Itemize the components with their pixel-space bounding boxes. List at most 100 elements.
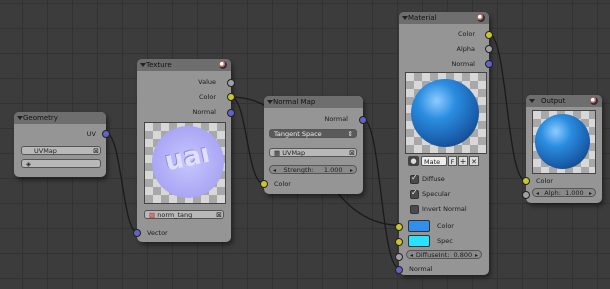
geometry-node-header[interactable]: Geometry	[14, 112, 106, 124]
vector-input-socket[interactable]	[133, 229, 141, 237]
output-preview	[532, 110, 596, 174]
texture-node-header[interactable]: Texture	[137, 59, 231, 71]
space-value: Tangent Space	[274, 130, 322, 138]
preview-toggle-icon[interactable]	[590, 97, 598, 105]
alpha-value: 1.000	[565, 189, 584, 197]
preview-toggle-icon[interactable]	[477, 14, 485, 22]
diffint-input-socket[interactable]	[395, 253, 403, 261]
alpha-output-label: Alpha	[456, 45, 475, 53]
uv-output-label: UV	[86, 130, 96, 138]
geometry-node-title: Geometry	[23, 114, 58, 122]
color-swatch[interactable]	[408, 220, 430, 232]
material-node[interactable]: Material Color Alpha Normal ● Mate F + ✕…	[395, 12, 493, 275]
collapse-icon[interactable]	[17, 116, 23, 120]
normal-map-node-header[interactable]: Normal Map	[264, 96, 363, 108]
diffuse-checkbox[interactable]	[410, 173, 419, 184]
material-preview-sphere	[411, 79, 479, 147]
material-node-header[interactable]: Material	[399, 12, 489, 24]
invert-normal-label: Invert Normal	[422, 205, 467, 213]
increment-arrow-icon[interactable]: ▸	[350, 166, 353, 175]
alpha-input-socket[interactable]	[522, 191, 530, 199]
texture-preview: uaı	[144, 122, 226, 204]
space-dropdown[interactable]: Tangent Space ⇕	[269, 129, 357, 138]
color-input-socket[interactable]	[395, 223, 403, 231]
normal-output-label: Normal	[324, 115, 348, 123]
specular-label: Specular	[422, 190, 451, 198]
clear-icon[interactable]: ⊠	[216, 211, 222, 220]
spec-swatch[interactable]	[408, 235, 430, 247]
strength-value: 1.000	[323, 166, 343, 174]
decrement-arrow-icon[interactable]: ◂	[273, 166, 276, 175]
color-input-socket[interactable]	[260, 180, 268, 188]
invert-normal-checkbox[interactable]	[410, 205, 419, 214]
material-name-field[interactable]: Mate	[421, 156, 447, 166]
increment-arrow-icon[interactable]: ▸	[589, 189, 592, 198]
output-node[interactable]: Output Color ◂ Alph: 1.000 ▸	[522, 95, 602, 203]
value-output-socket[interactable]	[227, 79, 235, 87]
alpha-output-socket[interactable]	[485, 45, 493, 53]
color-input-label: Color	[437, 222, 454, 230]
diffint-value: 0.800	[453, 251, 473, 259]
link-texture-color-to-normalmap-color	[230, 96, 264, 184]
add-icon[interactable]: +	[458, 156, 468, 166]
clear-icon[interactable]: ⊠	[349, 149, 355, 158]
normal-input-socket[interactable]	[395, 266, 403, 274]
alpha-field[interactable]: ◂ Alph: 1.000 ▸	[532, 188, 596, 197]
normal-output-socket[interactable]	[485, 60, 493, 68]
diffint-label: DiffuseInt:	[415, 251, 450, 259]
collapse-icon[interactable]	[267, 100, 273, 104]
link-material-color-to-output-color	[488, 33, 526, 181]
vector-input-label: Vector	[147, 229, 168, 237]
dropdown-arrows-icon: ⇕	[347, 130, 353, 138]
uvmap-icon: ▦	[274, 149, 281, 157]
link-normalmap-normal-to-material-normal	[362, 118, 400, 269]
normal-output-socket[interactable]	[227, 109, 235, 117]
texture-node[interactable]: Texture Value Color Normal uaı ▨ norm_ta…	[133, 59, 235, 242]
attribute-field[interactable]: ◈	[21, 159, 101, 168]
image-name: norm_tang	[157, 211, 193, 219]
material-browse-icon[interactable]: ●	[408, 156, 419, 166]
unlink-icon[interactable]: ✕	[469, 156, 479, 166]
decrement-arrow-icon[interactable]: ◂	[410, 251, 413, 260]
uv-output-socket[interactable]	[102, 130, 110, 138]
image-selector[interactable]: ▨ norm_tang ⊠	[144, 210, 224, 219]
normal-map-node[interactable]: Normal Map Normal Tangent Space ⇕ ▦ UVMa…	[260, 96, 367, 194]
collapse-icon[interactable]	[402, 16, 408, 20]
output-preview-sphere	[535, 114, 590, 169]
collapse-icon[interactable]	[140, 63, 146, 67]
color-output-socket[interactable]	[227, 93, 235, 101]
value-output-label: Value	[198, 78, 216, 86]
image-icon: ▨	[149, 211, 156, 219]
texture-node-title: Texture	[146, 61, 172, 69]
preview-toggle-icon[interactable]	[219, 61, 227, 69]
fake-user-button[interactable]: F	[448, 156, 457, 166]
geometry-node[interactable]: Geometry UV UVMap ⊠ ◈	[14, 112, 110, 177]
uvmap-selector[interactable]: UVMap ⊠	[21, 146, 101, 155]
decrement-arrow-icon[interactable]: ◂	[536, 189, 539, 198]
clear-icon[interactable]: ⊠	[93, 147, 99, 156]
diffuse-intensity-field[interactable]: ◂ DiffuseInt: 0.800 ▸	[406, 250, 482, 259]
color-input-label: Color	[274, 180, 291, 188]
specular-checkbox[interactable]	[410, 188, 419, 199]
diffuse-label: Diffuse	[422, 175, 445, 183]
output-node-header[interactable]: Output	[526, 95, 602, 107]
increment-arrow-icon[interactable]: ▸	[475, 251, 478, 260]
uvmap-selector[interactable]: ▦ UVMap ⊠	[269, 148, 357, 157]
normal-output-label: Normal	[451, 60, 475, 68]
material-node-title: Material	[408, 14, 437, 22]
material-selector[interactable]: ● Mate F + ✕	[408, 156, 482, 167]
collapse-icon[interactable]	[529, 99, 535, 103]
color-output-label: Color	[199, 93, 216, 101]
normal-output-label: Normal	[192, 108, 216, 116]
normal-output-socket[interactable]	[359, 116, 367, 124]
uvmap-label: UVMap	[282, 149, 306, 157]
color-input-socket[interactable]	[522, 177, 530, 185]
color-input-label: Color	[536, 177, 553, 185]
vertex-color-icon: ◈	[26, 160, 31, 168]
spec-input-socket[interactable]	[395, 238, 403, 246]
color-output-label: Color	[458, 30, 475, 38]
strength-field[interactable]: ◂ Strength: 1.000 ▸	[269, 165, 357, 174]
link-geometry-uv-to-texture-vector	[105, 132, 139, 234]
normal-map-node-title: Normal Map	[273, 98, 316, 106]
color-output-socket[interactable]	[485, 31, 493, 39]
